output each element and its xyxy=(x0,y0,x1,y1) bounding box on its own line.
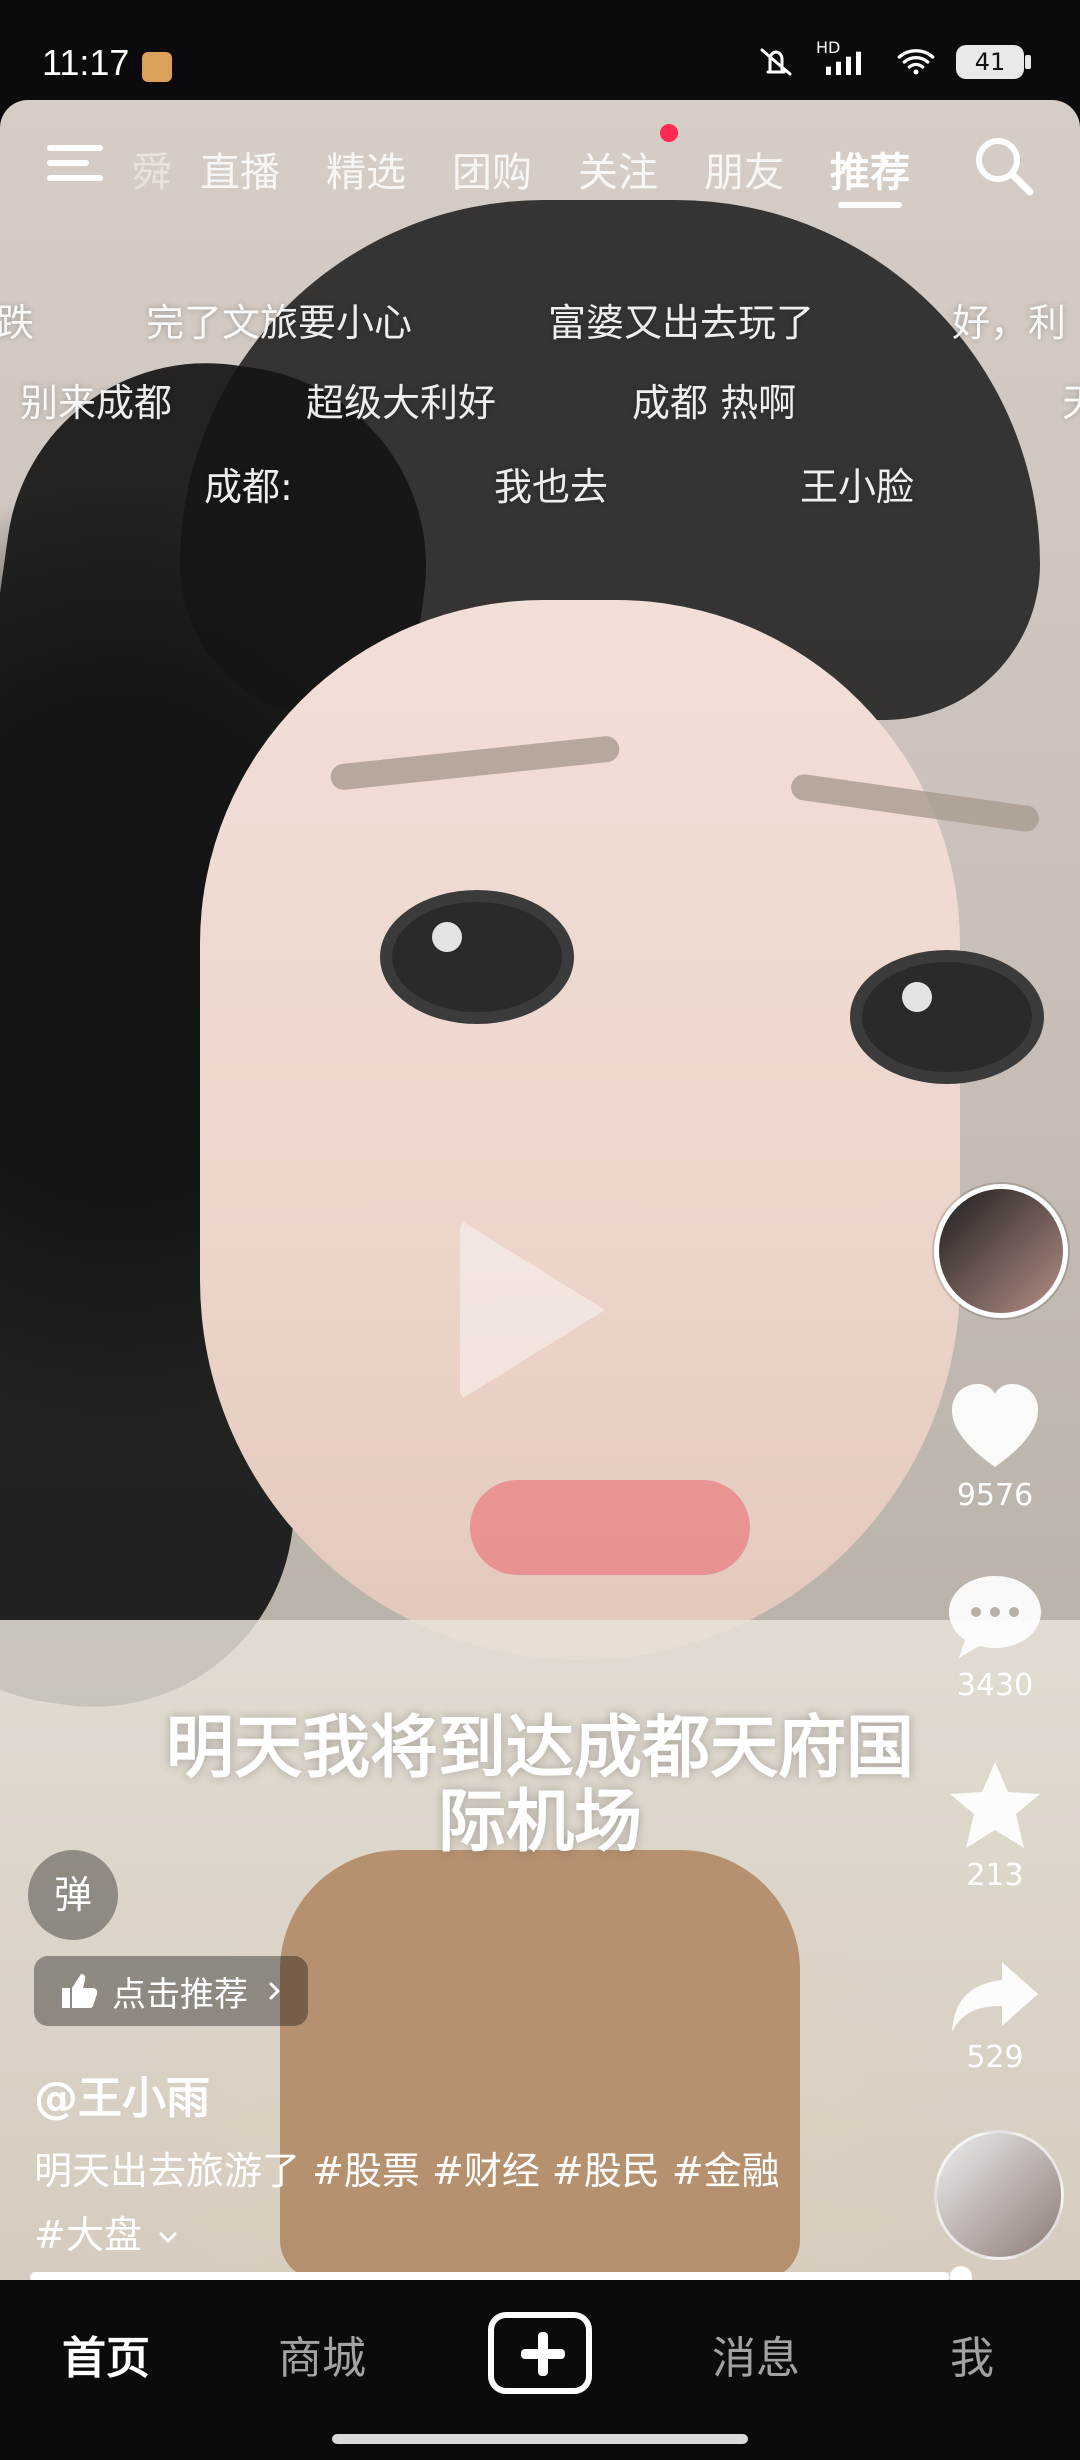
left-eye xyxy=(380,890,574,1024)
like-count: 9576 xyxy=(956,1478,1034,1513)
tab-live[interactable]: 直播 xyxy=(200,140,280,198)
notification-dot xyxy=(660,124,678,142)
home-indicator xyxy=(332,2434,748,2444)
nav-me[interactable]: 我 xyxy=(950,2322,994,2386)
create-post-button[interactable] xyxy=(488,2312,592,2394)
mouth xyxy=(470,1480,750,1575)
bottom-nav: 首页 商城 消息 我 xyxy=(0,2280,1080,2460)
creator-avatar[interactable] xyxy=(934,1184,1068,1318)
danmaku-item: 超级大利好 xyxy=(306,381,497,425)
heart-icon[interactable] xyxy=(940,1372,1050,1482)
status-icons: HD 41 xyxy=(756,38,1031,80)
danmaku-item: 王小脸 xyxy=(800,465,915,509)
play-icon[interactable] xyxy=(460,1220,605,1400)
tab-featured[interactable]: 精选 xyxy=(326,140,406,198)
tab-following[interactable]: 关注 xyxy=(578,140,658,198)
video-player[interactable] xyxy=(0,100,1080,2280)
comment-icon[interactable] xyxy=(940,1562,1050,1672)
battery-icon: 41 xyxy=(956,45,1031,79)
recommend-button[interactable]: 点击推荐 xyxy=(34,1956,308,2026)
active-tab-underline xyxy=(838,202,902,208)
recommend-label: 点击推荐 xyxy=(112,1974,248,2015)
video-description-line-2[interactable]: #大盘 xyxy=(34,2204,182,2259)
danmaku-item: 别来成都 xyxy=(20,381,173,425)
silent-bell-icon xyxy=(760,48,792,76)
chevron-right-icon xyxy=(269,1982,280,2000)
cell-signal-icon: HD xyxy=(816,38,876,80)
battery-level: 41 xyxy=(974,48,1006,76)
danmaku-item: 成都: xyxy=(204,465,293,509)
notification-app-icon xyxy=(142,52,172,82)
comment-count: 3430 xyxy=(956,1668,1034,1703)
subtitle-line-2: 际机场 xyxy=(437,1783,642,1862)
tab-recommend[interactable]: 推荐 xyxy=(830,140,910,198)
subtitle-line-1: 明天我将到达成都天府国 xyxy=(165,1709,914,1788)
right-eye xyxy=(850,950,1044,1084)
hamburger-menu-icon[interactable] xyxy=(44,136,106,190)
tab-group-buy[interactable]: 团购 xyxy=(452,140,532,198)
nav-mall[interactable]: 商城 xyxy=(278,2322,366,2386)
danmaku-item: 成都 热啊 xyxy=(632,381,797,425)
danmaku-item: 跌 xyxy=(0,301,35,345)
nav-home[interactable]: 首页 xyxy=(62,2322,150,2386)
video-description-line-1[interactable]: 明天出去旅游了 #股票 #财经 #股民 #金融 xyxy=(34,2140,780,2195)
share-count: 529 xyxy=(966,2040,1024,2075)
bear-pattern xyxy=(280,1850,800,2280)
tab-friends[interactable]: 朋友 xyxy=(704,140,784,198)
danmaku-item: 天 xyxy=(1062,372,1080,427)
danmaku-item: 我也去 xyxy=(494,465,609,509)
danmaku-item: 富婆又出去玩了 xyxy=(548,301,815,345)
hashtag[interactable]: #大盘 xyxy=(34,2213,142,2257)
danmaku-item: 完了文旅要小心 xyxy=(146,301,413,345)
nav-messages[interactable]: 消息 xyxy=(712,2322,800,2386)
danmaku-toggle-button[interactable]: 弹 xyxy=(28,1850,118,1940)
video-subtitle: 明天我将到达成都天府国 际机场 xyxy=(120,1712,960,1860)
wifi-icon xyxy=(897,49,935,75)
share-icon[interactable] xyxy=(940,1942,1050,2052)
search-icon[interactable] xyxy=(968,130,1038,200)
status-time: 11:17 xyxy=(42,42,130,83)
music-disc[interactable] xyxy=(934,2130,1064,2260)
favorite-count: 213 xyxy=(966,1858,1024,1893)
author-name[interactable]: @王小雨 xyxy=(34,2062,210,2126)
thumbs-up-icon xyxy=(62,1974,98,2008)
chevron-down-icon[interactable] xyxy=(154,2224,182,2252)
tab-partial[interactable]: 舜 xyxy=(132,140,172,198)
status-bar: 11:17 HD 41 xyxy=(0,0,1080,100)
danmaku-item: 好，利 xyxy=(952,301,1067,345)
top-nav: 舜 直播 精选 团购 关注 朋友 推荐 xyxy=(0,110,1080,230)
